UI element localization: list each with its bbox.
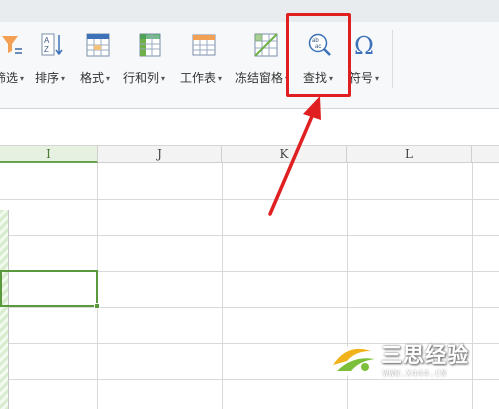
format-label: 格式 [80, 71, 105, 85]
svg-text:Ω: Ω [354, 32, 374, 58]
watermark-url: WWW.X444.CN [383, 369, 447, 378]
chevron-down-icon: ▾ [61, 74, 66, 83]
watermark: 三思经验 WWW.X444.CN [325, 333, 499, 393]
worksheet-button[interactable]: 工作表 ▾ [180, 32, 234, 85]
column-label: I [46, 147, 51, 161]
worksheet-icon [192, 34, 216, 56]
chevron-down-icon: ▾ [106, 74, 111, 83]
watermark-title: 三思经验 [381, 343, 469, 367]
gridline [0, 307, 499, 308]
column-label: K [279, 147, 289, 161]
column-header-m[interactable] [472, 146, 499, 163]
filter-label: 筛选 [0, 71, 19, 85]
rows-columns-icon [139, 33, 161, 57]
svg-text:A: A [44, 36, 50, 45]
watermark-logo [329, 346, 377, 376]
format-button[interactable]: 格式 ▾ [79, 32, 119, 85]
toolbar-divider [392, 30, 393, 88]
rows-columns-label: 行和列 [123, 71, 160, 85]
fill-handle[interactable] [94, 303, 100, 309]
find-highlight-box [286, 13, 351, 97]
gridline [0, 199, 499, 200]
side-panel-edge[interactable] [0, 210, 9, 409]
column-label: J [157, 147, 162, 161]
sort-label: 排序 [35, 71, 60, 85]
gridline [0, 235, 499, 236]
selected-cell[interactable] [0, 270, 98, 307]
column-label: L [405, 147, 413, 161]
chevron-down-icon: ▾ [375, 74, 380, 83]
column-header-l[interactable]: L [347, 146, 472, 163]
rows-columns-button[interactable]: 行和列 ▾ [123, 32, 175, 85]
chevron-down-icon: ▾ [218, 74, 223, 83]
formula-bar[interactable] [0, 108, 499, 146]
chevron-down-icon: ▾ [20, 74, 25, 83]
svg-text:Z: Z [44, 45, 49, 54]
column-header-j[interactable]: J [98, 146, 222, 163]
symbol-icon: Ω [354, 32, 374, 58]
freeze-panes-icon [254, 33, 278, 57]
symbol-button[interactable]: Ω 符号 ▾ [349, 32, 389, 85]
column-header-i[interactable]: I [0, 146, 98, 163]
filter-icon [2, 36, 22, 54]
filter-button[interactable]: 筛选 ▾ [0, 32, 25, 85]
format-icon [86, 33, 110, 57]
sort-icon: A Z [41, 33, 63, 56]
symbol-label: 符号 [349, 71, 374, 85]
freeze-panes-label: 冻结窗格 [235, 71, 284, 85]
ribbon-toolbar: 筛选 ▾ A Z 排序 ▾ 格式 ▾ 行和列 ▾ 工作表 ▾ 冻结窗格 ▾ ab… [0, 22, 499, 108]
window-top-strip [0, 0, 499, 22]
sort-button[interactable]: A Z 排序 ▾ [34, 32, 70, 85]
worksheet-label: 工作表 [180, 71, 217, 85]
column-header-k[interactable]: K [222, 146, 347, 163]
chevron-down-icon: ▾ [161, 74, 166, 83]
